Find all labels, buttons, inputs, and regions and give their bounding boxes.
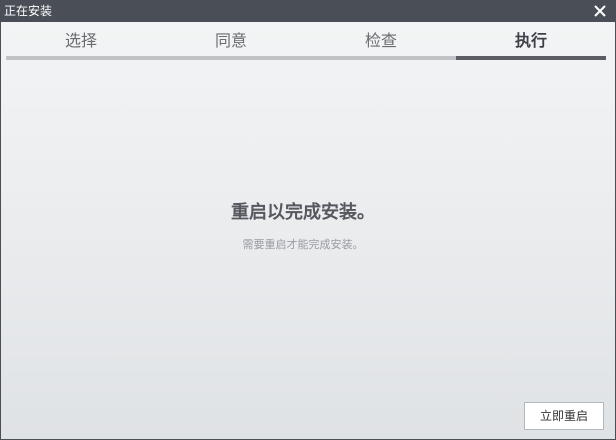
step-agree: 同意: [214, 31, 247, 50]
step-execute: 执行: [514, 31, 547, 50]
restart-now-button[interactable]: 立即重启: [524, 402, 604, 430]
restart-headline: 重启以完成安装。: [231, 202, 375, 223]
step-select: 选择: [64, 31, 97, 50]
step-check: 检查: [364, 31, 397, 50]
window-title: 正在安装: [4, 4, 53, 18]
installer-window: 正在安装 选择 同意 检查 执行 重启以完成安装。 需要重启才能完成安装。 立即…: [0, 0, 616, 440]
close-icon[interactable]: [590, 1, 610, 21]
title-bar: 正在安装: [0, 0, 616, 22]
step-indicator: 选择 同意 检查 执行: [6, 28, 606, 56]
step-progress-bar: [6, 56, 606, 60]
restart-detail: 需要重启才能完成安装。: [242, 238, 364, 251]
content-area: 选择 同意 检查 执行 重启以完成安装。 需要重启才能完成安装。 立即重启: [1, 22, 615, 439]
step-progress-active-segment: [456, 56, 606, 60]
